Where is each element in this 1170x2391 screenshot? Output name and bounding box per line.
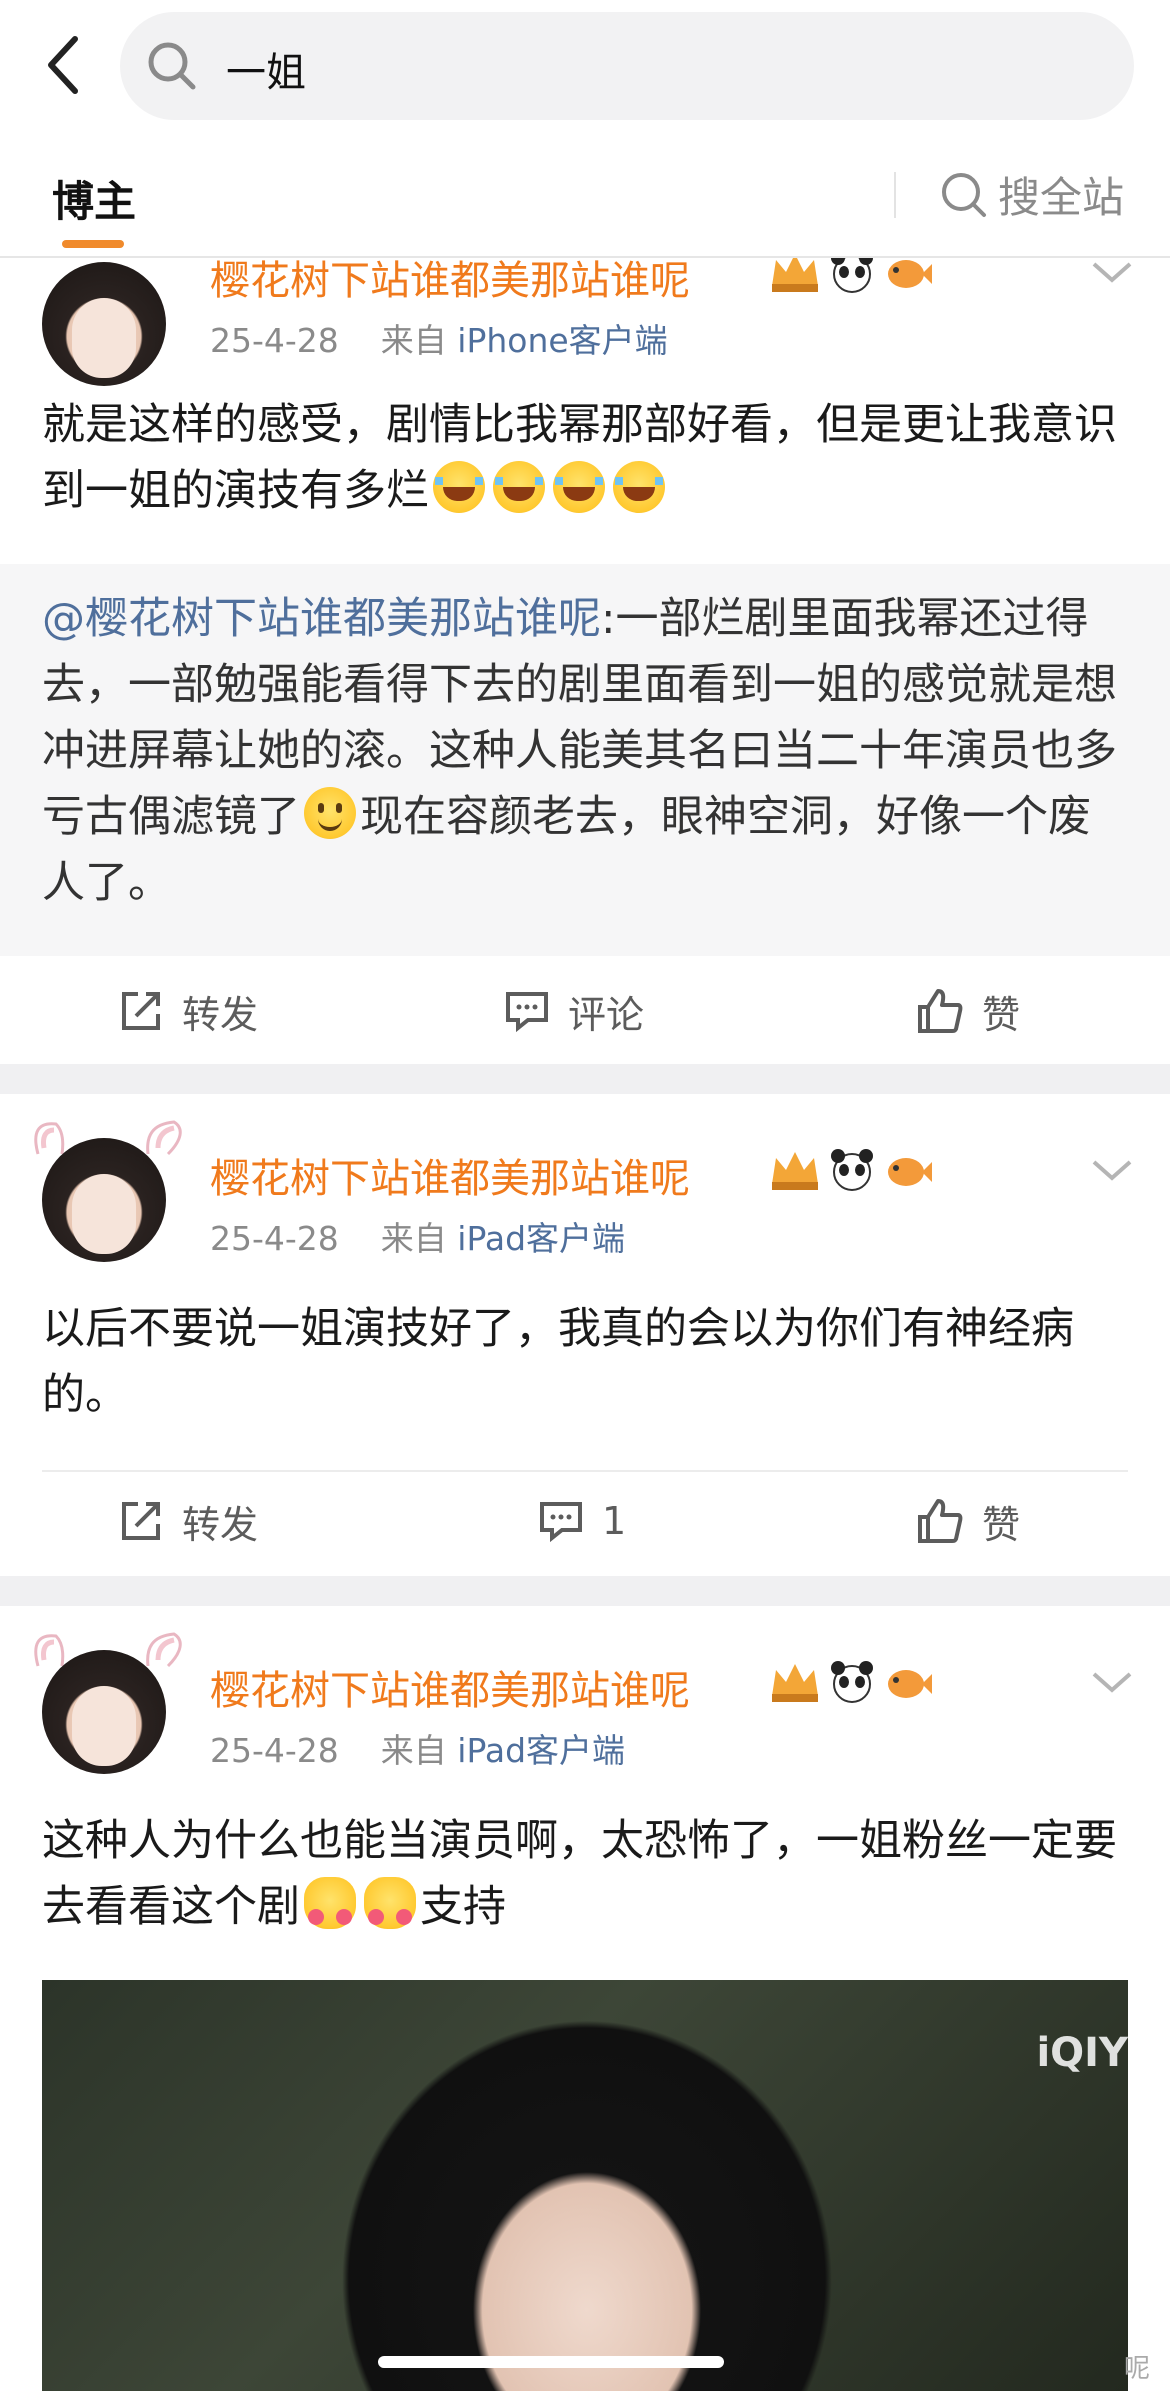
post-text: 就是这样的感受，剧情比我幂那部好看，但是更让我意识到一姐的演技有多烂: [42, 392, 1132, 524]
post-source[interactable]: iPad客户端: [457, 1219, 625, 1258]
post-date: 25-4-28: [210, 321, 339, 360]
comment-icon: [506, 992, 548, 1033]
post-meta: 25-4-28 来自 iPad客户端: [210, 1724, 625, 1772]
tab-divider: [894, 172, 896, 218]
like-label: 赞: [982, 1502, 1021, 1547]
thumbs-up-icon: [918, 1499, 963, 1543]
video-thumbnail[interactable]: iQIY: [42, 1980, 1128, 2391]
search-bar[interactable]: 一姐: [120, 12, 1134, 120]
repost-block[interactable]: @樱花树下站谁都美那站谁呢:一部烂剧里面我幂还过得去，一部勉强能看得下去的剧里面…: [0, 564, 1170, 956]
search-all-label: 搜全站: [998, 173, 1125, 222]
laughing-tears-emoji: [553, 461, 605, 513]
comment-icon: [540, 1502, 582, 1543]
repost-text: @樱花树下站谁都美那站谁呢:一部烂剧里面我幂还过得去，一部勉强能看得下去的剧里面…: [42, 586, 1132, 916]
post-meta: 25-4-28 来自 iPhone客户端: [210, 314, 668, 362]
post-text: 这种人为什么也能当演员啊，太恐怖了，一姐粉丝一定要去看看这个剧 支持: [42, 1808, 1132, 1940]
crown-badge-icon: [772, 1664, 818, 1702]
search-icon: [148, 42, 196, 90]
smile-emoji: [304, 787, 356, 839]
search-all-button[interactable]: 搜全站: [940, 164, 1124, 225]
avatar[interactable]: [42, 262, 166, 386]
repost-button[interactable]: 转发: [118, 1466, 258, 1576]
share-icon: [122, 992, 160, 1030]
back-button[interactable]: [28, 30, 98, 100]
comment-button[interactable]: 1: [538, 1466, 626, 1576]
panda-icon: [831, 1661, 873, 1703]
post-actions: 转发 1 赞: [0, 1466, 1170, 1576]
post-text-a: 这种人为什么也能当演员啊，太恐怖了，一姐粉丝一定要去看看这个剧: [42, 1816, 1117, 1932]
mention-link[interactable]: @樱花树下站谁都美那站谁呢: [42, 594, 601, 644]
post-date: 25-4-28: [210, 1731, 339, 1770]
post-actions: 转发 评论 赞: [0, 956, 1170, 1066]
home-indicator[interactable]: [378, 2356, 724, 2368]
repost-button[interactable]: 转发: [118, 956, 258, 1066]
avatar[interactable]: [42, 1650, 166, 1774]
username[interactable]: 樱花树下站谁都美那站谁呢: [210, 1658, 690, 1716]
share-icon: [122, 1502, 160, 1540]
post-meta: 25-4-28 来自 iPad客户端: [210, 1212, 625, 1260]
laughing-tears-emoji: [493, 461, 545, 513]
search-query[interactable]: 一姐: [226, 40, 306, 98]
comment-button[interactable]: 评论: [504, 956, 644, 1066]
back-arrow-icon: [48, 36, 78, 94]
tab-blogger[interactable]: 博主: [52, 168, 136, 229]
fish-badge-icon: [888, 1158, 932, 1186]
comment-count: 1: [602, 1499, 627, 1543]
source-prefix: 来自: [380, 1731, 447, 1770]
video-watermark: iQIY: [1036, 2030, 1128, 2076]
post-date: 25-4-28: [210, 1219, 339, 1258]
post-source[interactable]: iPhone客户端: [457, 321, 667, 360]
chevron-down-icon[interactable]: [1090, 1158, 1134, 1184]
panda-icon: [831, 1149, 873, 1191]
post-text-b: 支持: [420, 1882, 506, 1932]
source-prefix: 来自: [380, 1219, 447, 1258]
post-card[interactable]: 樱花树下站谁都美那站谁呢 25-4-28 来自 iPad客户端 以后不要说一姐演…: [0, 1094, 1170, 1576]
like-button[interactable]: 赞: [916, 1466, 1020, 1576]
laughing-tears-emoji: [433, 461, 485, 513]
username[interactable]: 樱花树下站谁都美那站谁呢: [210, 1146, 690, 1204]
chevron-down-icon[interactable]: [1090, 1670, 1134, 1696]
avatar[interactable]: [42, 1138, 166, 1262]
hug-emoji: [364, 1877, 416, 1929]
top-bar: 一姐 博主 搜全站: [0, 0, 1170, 258]
laughing-tears-emoji: [613, 461, 665, 513]
user-badges: [768, 1148, 932, 1192]
repost-label: 转发: [182, 992, 259, 1037]
user-badges: [768, 1660, 932, 1704]
search-icon: [942, 172, 986, 217]
like-label: 赞: [982, 992, 1021, 1037]
fish-badge-icon: [888, 1670, 932, 1698]
corner-text: 呢: [1124, 2354, 1151, 2384]
post-card[interactable]: 樱花树下站谁都美那站谁呢 25-4-28 来自 iPhone客户端 就是这样的感…: [0, 251, 1170, 1066]
hug-emoji: [304, 1877, 356, 1929]
source-prefix: 来自: [380, 321, 447, 360]
repost-label: 转发: [182, 1502, 259, 1547]
tab-active-indicator: [62, 240, 124, 248]
crown-badge-icon: [772, 1152, 818, 1190]
thumbs-up-icon: [918, 989, 963, 1033]
post-source[interactable]: iPad客户端: [457, 1731, 625, 1770]
post-text: 以后不要说一姐演技好了，我真的会以为你们有神经病的。: [42, 1304, 1074, 1420]
like-button[interactable]: 赞: [916, 956, 1020, 1066]
chevron-down-icon[interactable]: [1090, 260, 1134, 286]
comment-label: 评论: [568, 992, 645, 1037]
